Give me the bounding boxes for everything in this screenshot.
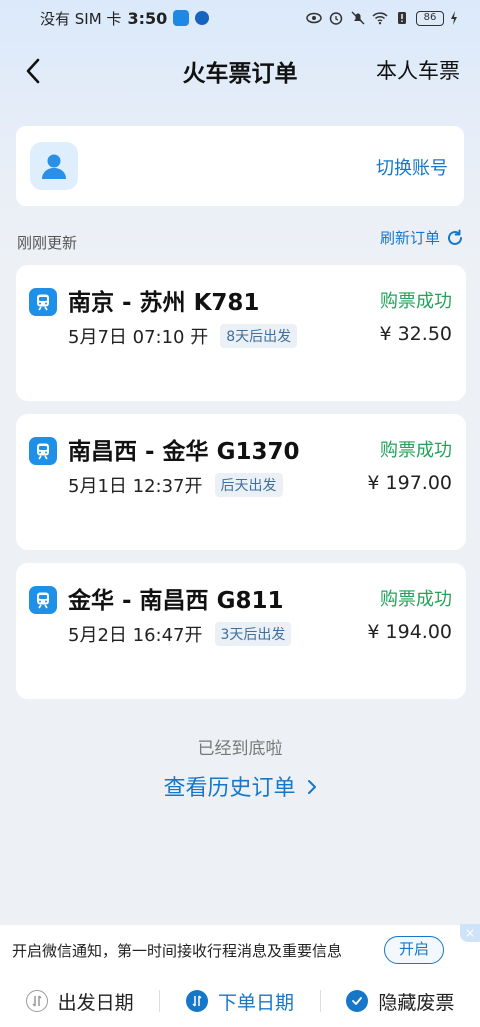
- mute-icon: [351, 11, 365, 25]
- tab-label: 隐藏废票: [378, 991, 455, 1014]
- status-bar: 没有 SIM 卡 3:50 86: [0, 0, 480, 36]
- tab-label: 下单日期: [217, 991, 294, 1014]
- train-route: 南昌西 - 金华 G1370: [68, 439, 300, 465]
- departure-info: 5月7日 07:10 开 8天后出发: [68, 323, 298, 349]
- countdown-badge: 后天出发: [214, 473, 283, 497]
- switch-account-button[interactable]: 切换账号: [376, 154, 448, 180]
- order-status: 购票成功: [380, 440, 452, 461]
- my-tickets-link[interactable]: 本人车票: [376, 55, 460, 85]
- wifi-icon: [372, 12, 388, 25]
- ticket-price: ¥ 32.50: [379, 323, 452, 345]
- ticket-price: ¥ 197.00: [367, 472, 452, 494]
- user-icon: [42, 154, 66, 179]
- charging-icon: [451, 11, 457, 25]
- departure-info: 5月1日 12:37开 后天出发: [68, 472, 283, 498]
- app-notification-icon-2: [195, 11, 210, 25]
- refresh-label: 刷新订单: [379, 229, 440, 247]
- chevron-right-icon: [307, 780, 316, 794]
- ticket-price: ¥ 194.00: [367, 621, 452, 643]
- battery-indicator: 86: [416, 10, 444, 26]
- clock: 3:50: [127, 8, 168, 28]
- wechat-notice-bar: 开启微信通知，第一时间接收行程消息及重要信息 开启 ×: [0, 924, 480, 975]
- enable-notification-button[interactable]: 开启: [383, 936, 444, 964]
- departure-time: 5月7日 07:10 开: [68, 327, 209, 348]
- refresh-icon: [448, 229, 462, 245]
- refresh-orders-button[interactable]: 刷新订单: [380, 227, 464, 248]
- train-icon: [29, 288, 57, 316]
- order-status: 购票成功: [380, 589, 452, 610]
- avatar[interactable]: [30, 142, 78, 190]
- alarm-icon: [329, 12, 343, 25]
- train-route: 南京 - 苏州 K781: [68, 290, 260, 316]
- account-card: 切换账号: [16, 126, 464, 206]
- departure-time: 5月1日 12:37开: [68, 476, 203, 497]
- carrier-label: 没有 SIM 卡: [40, 9, 122, 28]
- tab-departure-date[interactable]: 出发日期: [0, 988, 159, 1015]
- nav-header: 火车票订单 本人车票: [0, 44, 480, 94]
- departure-time: 5月2日 16:47开: [68, 625, 203, 646]
- app-notification-icon: [173, 10, 190, 26]
- eye-icon: [306, 12, 322, 24]
- sort-icon: [25, 990, 48, 1012]
- order-history-link[interactable]: 查看历史订单: [0, 770, 480, 802]
- order-card[interactable]: 南昌西 - 金华 G1370 购票成功 5月1日 12:37开 后天出发 ¥ 1…: [16, 414, 466, 550]
- order-card[interactable]: 南京 - 苏州 K781 购票成功 5月7日 07:10 开 8天后出发 ¥ 3…: [16, 265, 466, 401]
- close-icon[interactable]: ×: [460, 924, 480, 942]
- train-icon: [29, 586, 57, 614]
- sort-filter-bar: 出发日期 下单日期 隐藏废票: [0, 975, 480, 1027]
- notice-text: 开启微信通知，第一时间接收行程消息及重要信息: [12, 941, 343, 960]
- last-updated-label: 刚刚更新: [17, 234, 78, 252]
- countdown-badge: 3天后出发: [214, 622, 292, 646]
- tab-order-date[interactable]: 下单日期: [160, 988, 319, 1015]
- history-link-label: 查看历史订单: [163, 776, 296, 801]
- checkbox-checked-icon: [346, 990, 369, 1012]
- alert-icon: [398, 12, 406, 24]
- train-icon: [29, 437, 57, 465]
- sort-icon: [185, 990, 208, 1012]
- tab-label: 出发日期: [57, 991, 134, 1014]
- train-route: 金华 - 南昌西 G811: [68, 588, 284, 614]
- departure-info: 5月2日 16:47开 3天后出发: [68, 621, 292, 647]
- order-status: 购票成功: [380, 291, 452, 312]
- tab-hide-void-tickets[interactable]: 隐藏废票: [321, 988, 480, 1015]
- order-card[interactable]: 金华 - 南昌西 G811 购票成功 5月2日 16:47开 3天后出发 ¥ 1…: [16, 563, 466, 699]
- countdown-badge: 8天后出发: [220, 324, 298, 348]
- end-of-list-label: 已经到底啦: [197, 739, 283, 759]
